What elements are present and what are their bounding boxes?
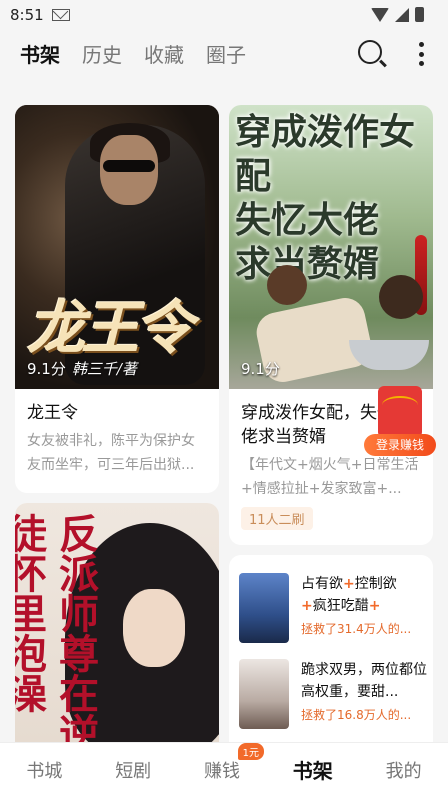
book-title: 龙王令 [27,403,78,423]
bottom-nav: 书城 短剧 赚钱 1元 书架 我的 [0,742,448,796]
top-tab-bar: 书架 历史 收藏 圈子 [0,30,448,76]
nav-mine[interactable]: 我的 [386,757,422,783]
plus-icon: + [368,598,381,614]
cover-face [123,589,185,667]
tab-history[interactable]: 历史 [82,39,122,68]
status-bar: 8:51 [0,0,448,30]
cover-title-line: 失忆大佬 [235,200,380,241]
rec-item-1[interactable]: 占有欲+控制欲 +疯狂吃醋+ 拯救了31.4万人的... [239,573,431,643]
envelope-label: 登录赚钱 [364,434,436,456]
tab-favorites[interactable]: 收藏 [144,39,184,68]
wifi-icon [371,7,389,22]
cover-woman [267,265,307,305]
nav-bookshelf[interactable]: 书架 [293,755,333,784]
book-description: 【年代文+烟火气+日常生活+情感拉扯+发家致富+... [241,457,419,497]
book-author: 韩三千/著 [71,360,137,378]
reread-tag: 11人二刷 [241,507,313,530]
rec-title: 跪求双男，两位都位高权重，要甜... [301,662,427,700]
book-card-1[interactable]: 龙王令 9.1分 韩三千/著 龙王令 女友被非礼，陈平为保护女友而坐牢，可三年后… [15,105,219,493]
cover-title-line: 穿成泼作女配 [235,112,416,197]
rating-overlay: 9.1分 [241,358,280,379]
nav-short-drama[interactable]: 短剧 [115,757,151,783]
nav-bookstore[interactable]: 书城 [26,757,62,783]
cover-sunglasses [103,160,155,172]
rec-title-part: 控制欲 [354,576,397,592]
book-card-3[interactable]: 反派师尊在逆徒怀里泡澡 [15,503,219,742]
book-cover-image: 反派师尊在逆徒怀里泡澡 [15,503,219,742]
rec-saved-count: 拯救了31.4万人的... [301,622,412,636]
recommendation-card: 占有欲+控制欲 +疯狂吃醋+ 拯救了31.4万人的... 跪求双男，两位都位高权重… [229,555,433,742]
cover-title-art: 反派师尊在逆徒怀里泡澡 [15,513,98,742]
status-time: 8:51 [10,6,44,24]
rating-overlay: 9.1分 韩三千/著 [27,358,137,379]
cover-title-art: 龙王令 [27,294,193,362]
rec-thumb-image [239,659,289,729]
nav-earn-label: 赚钱 [203,760,240,782]
battery-icon [415,7,424,22]
rec-title-part: 疯狂吃醋 [312,598,369,614]
tab-bookshelf[interactable]: 书架 [20,39,60,68]
book-card-2[interactable]: 穿成泼作女配 失忆大佬 求当赘婿 9.1分 穿成泼作女配，失忆大佬求当赘婿 【年… [229,105,433,545]
nav-earn[interactable]: 赚钱 1元 [203,742,264,783]
more-menu-icon[interactable] [418,42,424,66]
cover-washtub [349,340,429,370]
book-cover-image: 龙王令 9.1分 韩三千/著 [15,105,219,389]
rec-thumb-image [239,573,289,643]
book-score: 9.1分 [241,360,280,378]
tab-circle[interactable]: 圈子 [206,39,246,68]
cover-man [379,275,423,319]
signal-icon [395,7,409,22]
book-description: 女友被非礼，陈平为保护女友而坐牢，可三年后出狱... [27,433,195,473]
status-icons [371,7,424,22]
earn-badge: 1元 [237,742,264,760]
red-envelope-icon [378,386,422,438]
rec-saved-count: 拯救了16.8万人的... [301,708,412,722]
plus-icon: + [343,576,355,592]
book-score: 9.1分 [27,360,66,378]
rec-item-2[interactable]: 跪求双男，两位都位高权重，要甜... 拯救了16.8万人的... [239,659,431,729]
rec-title: 占有欲+控制欲 +疯狂吃醋+ [301,573,431,617]
mail-icon [51,9,70,21]
login-earn-envelope[interactable]: 登录赚钱 [364,386,436,456]
plus-icon: + [301,598,313,614]
cover-title-art: 穿成泼作女配 失忆大佬 求当赘婿 [235,111,433,287]
rec-title-part: 占有欲 [301,576,343,592]
search-icon[interactable] [358,40,382,64]
book-cover-image: 穿成泼作女配 失忆大佬 求当赘婿 9.1分 [229,105,433,389]
